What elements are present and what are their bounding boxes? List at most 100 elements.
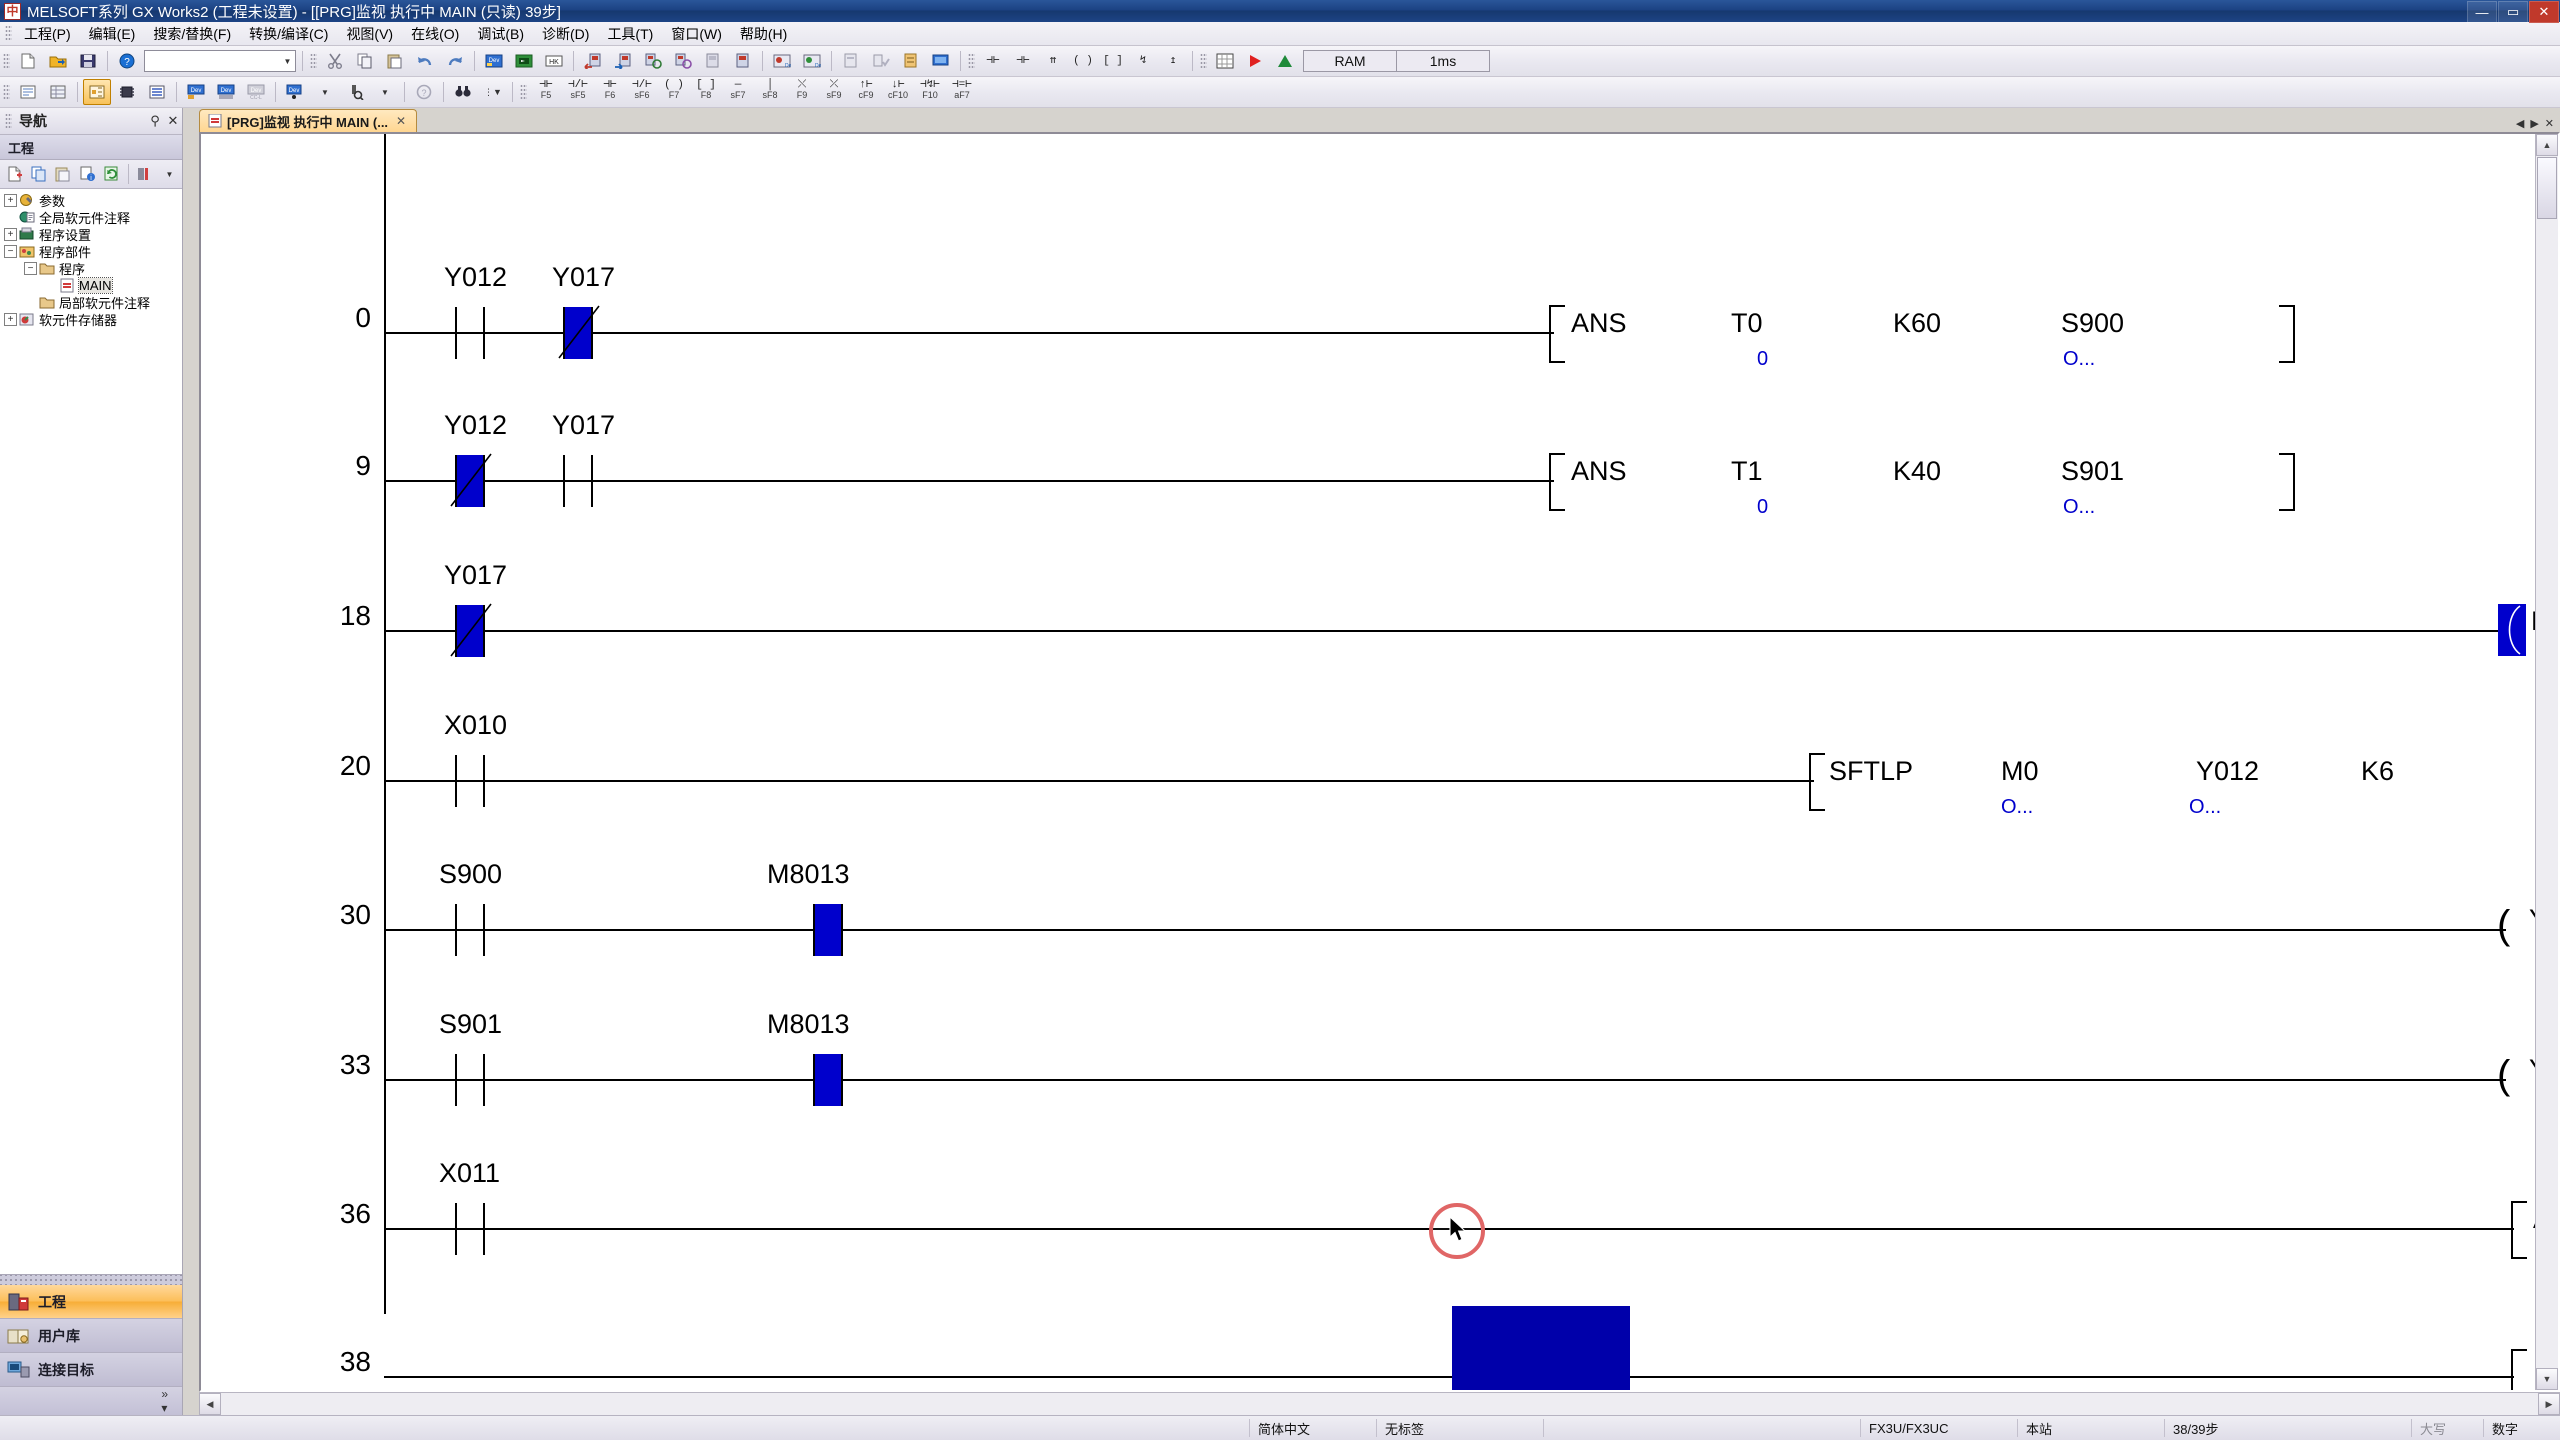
contact-nc-energized[interactable] xyxy=(450,453,492,507)
instruction-block-button[interactable]: [ ] xyxy=(1099,48,1127,74)
context-help-button[interactable]: ? xyxy=(410,79,438,105)
tree-item-device-memory[interactable]: + 软元件存储器 xyxy=(0,311,182,328)
contact-no[interactable] xyxy=(451,1203,489,1255)
list-view-button[interactable] xyxy=(143,79,171,105)
toolbar-gripper-2[interactable] xyxy=(310,52,317,70)
nav-button-project[interactable]: 工程 xyxy=(0,1285,182,1319)
horizontal-scrollbar[interactable]: ◀ ▶ xyxy=(199,1392,2560,1415)
device-register-button[interactable]: Dev xyxy=(212,79,240,105)
ladder-tool-no-contact[interactable]: ⊣⊢ F5 xyxy=(530,78,562,106)
nav-dropdown-button[interactable]: ▼ xyxy=(158,163,181,185)
tab-close-icon[interactable]: ✕ xyxy=(396,114,406,128)
coil-output-button[interactable]: ( ) xyxy=(1069,48,1097,74)
rising-pulse-button[interactable]: ↥ xyxy=(1159,48,1187,74)
find-device-button[interactable] xyxy=(341,79,369,105)
vertical-scrollbar[interactable]: ▲ ▼ xyxy=(2535,134,2558,1390)
device-ccl-button[interactable]: Dev CC-L xyxy=(242,79,270,105)
toolbar-gripper-3[interactable] xyxy=(968,52,975,70)
ladder-tool-invert[interactable]: ⊣↯⊢ F10 xyxy=(914,78,946,106)
scroll-track[interactable] xyxy=(2536,220,2558,1368)
nav-button-user-library[interactable]: 用户库 xyxy=(0,1319,182,1353)
toolbar-gripper-4[interactable] xyxy=(1200,52,1207,70)
chip-view-button[interactable] xyxy=(113,79,141,105)
menu-find-replace[interactable]: 搜索/替换(F) xyxy=(144,22,240,46)
cross-reference-button[interactable] xyxy=(14,79,42,105)
ladder-tool-instruction[interactable]: [ ] F8 xyxy=(690,78,722,106)
ladder-tool-compare[interactable]: ⊣=⊢ aF7 xyxy=(946,78,978,106)
start-monitor-button[interactable]: Dev xyxy=(768,48,796,74)
menu-gripper[interactable] xyxy=(5,25,12,42)
watch-dropdown-button[interactable]: ▼ xyxy=(311,79,339,105)
grid-toggle-button[interactable] xyxy=(1211,48,1239,74)
ladder-tool-no-parallel[interactable]: ⊣⊢ F6 xyxy=(594,78,626,106)
expander-icon[interactable]: + xyxy=(4,194,17,207)
ladder-tool-nc-contact[interactable]: ⊣/⊢ sF5 xyxy=(562,78,594,106)
entry-device-monitor-button[interactable] xyxy=(510,48,538,74)
redo-button[interactable] xyxy=(441,48,469,74)
run-button[interactable] xyxy=(1241,48,1269,74)
scroll-left-button[interactable]: ◀ xyxy=(199,1393,221,1415)
write-to-plc-button[interactable] xyxy=(609,48,637,74)
project-tree[interactable]: + 参数 全局软元件注释 + 程序设置 − 程序部件 − 程序 MAIN 局部软… xyxy=(0,189,182,1274)
contact-no[interactable] xyxy=(559,455,597,507)
copy-button[interactable] xyxy=(351,48,379,74)
coil-energized[interactable] xyxy=(2498,604,2526,656)
data-property-button[interactable]: i xyxy=(76,163,99,185)
remote-operation-button[interactable] xyxy=(669,48,697,74)
device-batch-button[interactable]: Dev xyxy=(182,79,210,105)
ladder-tool-coil[interactable]: ( ) F7 xyxy=(658,78,690,106)
tree-item-global-device-comment[interactable]: 全局软元件注释 xyxy=(0,209,182,226)
nav-view-options-button[interactable] xyxy=(133,163,156,185)
menu-view[interactable]: 视图(V) xyxy=(337,22,402,46)
tree-item-main[interactable]: MAIN xyxy=(0,277,182,294)
ladder-tool-hline[interactable]: — sF7 xyxy=(722,78,754,106)
ladder-tool-del-hline[interactable]: ⤬ F9 xyxy=(786,78,818,106)
nav-gripper[interactable] xyxy=(5,112,12,130)
tab-prev-icon[interactable]: ◀ xyxy=(2516,117,2524,130)
toolbar-gripper-6[interactable] xyxy=(520,83,527,101)
monitor-mode-button[interactable] xyxy=(699,48,727,74)
chevron-down-icon[interactable]: ▼ xyxy=(280,52,295,70)
program-check-button[interactable] xyxy=(867,48,895,74)
no-contact-button[interactable]: ⊣⊢ xyxy=(979,48,1007,74)
tab-close-all-icon[interactable]: ✕ xyxy=(2545,117,2554,130)
contact-nc-energized[interactable] xyxy=(450,603,492,657)
paste-button[interactable] xyxy=(381,48,409,74)
stop-button[interactable] xyxy=(1271,48,1299,74)
contact-no[interactable] xyxy=(451,1054,489,1106)
ladder-tool-rising-pulse[interactable]: ↑⊢ cF9 xyxy=(850,78,882,106)
ladder-tool-del-vline[interactable]: ⤫ sF9 xyxy=(818,78,850,106)
read-from-plc-button[interactable] xyxy=(579,48,607,74)
ladder-canvas[interactable]: 0 Y012 Y017 ANS T0 0 K60 S900 O... 9 Y01… xyxy=(201,134,2535,1390)
toolbar-gripper-1[interactable] xyxy=(3,52,10,70)
contact-no-energized[interactable] xyxy=(809,904,847,956)
contact-no[interactable] xyxy=(451,904,489,956)
nav-button-connection-destination[interactable]: 连接目标 xyxy=(0,1353,182,1387)
new-data-button[interactable] xyxy=(3,163,26,185)
tree-item-program-folder[interactable]: − 程序 xyxy=(0,260,182,277)
undo-button[interactable] xyxy=(411,48,439,74)
copy-data-button[interactable] xyxy=(27,163,50,185)
ladder-edit-mode-button[interactable] xyxy=(83,79,111,105)
open-project-button[interactable] xyxy=(44,48,72,74)
ladder-view-button[interactable] xyxy=(897,48,925,74)
cut-button[interactable] xyxy=(321,48,349,74)
menu-convert-compile[interactable]: 转换/编译(C) xyxy=(240,22,337,46)
menu-online[interactable]: 在线(O) xyxy=(402,22,468,46)
tab-next-icon[interactable]: ▶ xyxy=(2530,117,2538,130)
scroll-right-button[interactable]: ▶ xyxy=(2538,1393,2560,1415)
close-icon[interactable]: ✕ xyxy=(164,113,182,129)
tree-item-local-device-comment[interactable]: 局部软元件注释 xyxy=(0,294,182,311)
contact-no-energized[interactable] xyxy=(809,1054,847,1106)
device-batch-monitor-button[interactable]: Dev xyxy=(480,48,508,74)
menu-tools[interactable]: 工具(T) xyxy=(598,22,662,46)
invert-button[interactable]: ↯ xyxy=(1129,48,1157,74)
toolbar-gripper-5[interactable] xyxy=(3,83,10,101)
minimize-button[interactable]: — xyxy=(2467,1,2497,23)
help-button[interactable]: ? xyxy=(113,48,141,74)
nav-more-button[interactable]: » ▾ xyxy=(0,1387,182,1415)
stop-monitor-button[interactable]: Dev xyxy=(798,48,826,74)
monitor-write-mode-button[interactable] xyxy=(729,48,757,74)
binoculars-search-button[interactable] xyxy=(449,79,477,105)
menu-debug[interactable]: 调试(B) xyxy=(468,22,533,46)
